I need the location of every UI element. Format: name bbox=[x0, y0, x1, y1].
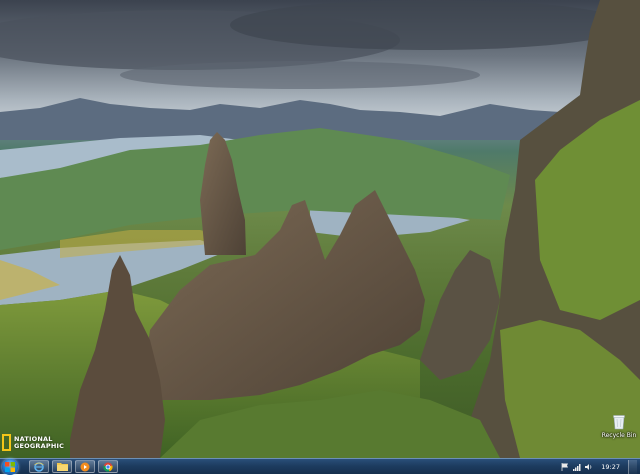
flag-icon[interactable] bbox=[561, 462, 569, 471]
taskbar-internet-explorer-button[interactable] bbox=[29, 460, 49, 473]
ng-wordmark: NATIONAL GEOGRAPHIC bbox=[14, 434, 65, 450]
taskbar-media-player-button[interactable] bbox=[75, 460, 95, 473]
taskbar-chrome-button[interactable] bbox=[98, 460, 118, 473]
recycle-bin-label: Recycle Bin bbox=[601, 432, 637, 439]
taskbar-clock[interactable]: 19:27 bbox=[597, 463, 624, 471]
recycle-bin-icon bbox=[613, 415, 625, 430]
ng-frame-icon bbox=[2, 434, 11, 451]
folder-icon bbox=[56, 463, 68, 471]
internet-explorer-icon bbox=[34, 461, 44, 472]
system-tray: 19:27 bbox=[561, 459, 640, 474]
windows-logo-icon bbox=[5, 462, 15, 472]
show-desktop-button[interactable] bbox=[628, 459, 637, 474]
start-button[interactable] bbox=[2, 459, 18, 475]
desktop-icon-recycle-bin[interactable]: Recycle Bin bbox=[600, 414, 638, 439]
network-icon[interactable] bbox=[573, 463, 581, 471]
media-player-icon bbox=[80, 462, 90, 471]
chrome-icon bbox=[103, 462, 113, 472]
volume-icon[interactable] bbox=[585, 463, 593, 471]
taskbar-explorer-button[interactable] bbox=[52, 460, 72, 473]
desktop[interactable]: NATIONAL GEOGRAPHIC Recycle Bin bbox=[0, 0, 640, 458]
taskbar: 19:27 bbox=[0, 458, 640, 475]
national-geographic-logo: NATIONAL GEOGRAPHIC bbox=[2, 434, 64, 451]
wallpaper bbox=[0, 0, 640, 458]
